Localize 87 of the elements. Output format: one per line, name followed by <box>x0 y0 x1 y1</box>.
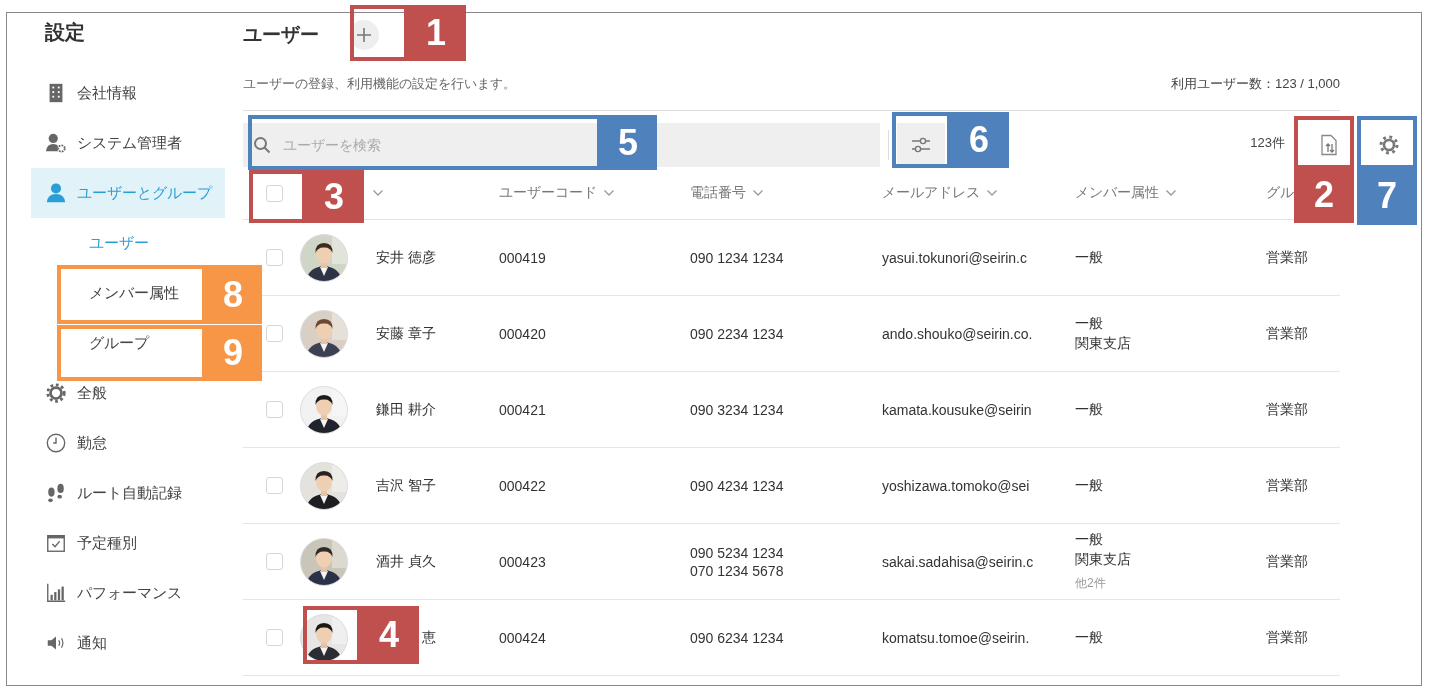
member-attribute: 一般 <box>1075 248 1103 267</box>
callout-number: 3 <box>304 170 364 223</box>
user-code: 000419 <box>499 249 546 266</box>
sidebar-item[interactable]: 会社情報 <box>77 84 137 102</box>
column-header[interactable]: メンバー属性 <box>1075 184 1159 202</box>
sidebar-item[interactable]: 全般 <box>77 384 107 402</box>
calendar-check-icon <box>45 532 67 554</box>
email-address: komatsu.tomoe@seirin. <box>882 629 1030 646</box>
email-address: sakai.sadahisa@seirin.c <box>882 553 1034 570</box>
email-address: kamata.kousuke@seirin <box>882 401 1032 418</box>
member-attribute: 関東支店 <box>1075 551 1131 569</box>
group-name: 営業部 <box>1266 248 1308 267</box>
group-name: 営業部 <box>1266 400 1308 419</box>
column-header[interactable]: メールアドレス <box>882 184 980 202</box>
user-name: 安藤 章子 <box>376 324 436 343</box>
settings-icon <box>1378 134 1400 156</box>
result-count: 123件 <box>1250 134 1285 152</box>
gear-icon <box>45 382 67 404</box>
callout-number: 6 <box>949 112 1009 168</box>
sidebar-item[interactable]: ルート自動記録 <box>77 484 182 502</box>
sidebar-item[interactable]: システム管理者 <box>77 134 182 152</box>
checkbox[interactable] <box>266 249 283 266</box>
group-name: 営業部 <box>1266 324 1308 343</box>
user-name: 吉沢 智子 <box>376 476 436 495</box>
callout-number: 8 <box>204 265 262 324</box>
group-name: 営業部 <box>1266 552 1308 571</box>
user-code: 000424 <box>499 629 546 646</box>
callout-number: 1 <box>406 5 466 61</box>
member-attribute: 関東支店 <box>1075 334 1131 353</box>
user-name: 恵 <box>422 628 436 647</box>
clock-icon <box>45 432 67 454</box>
search-icon <box>253 136 271 154</box>
file-arrows-icon <box>1318 134 1340 156</box>
checkbox[interactable] <box>266 401 283 418</box>
checkbox[interactable] <box>266 553 283 570</box>
user-gear-icon <box>45 132 67 154</box>
sidebar-item[interactable]: 通知 <box>77 634 107 652</box>
user-name: 安井 徳彦 <box>376 248 436 267</box>
sidebar-item[interactable]: パフォーマンス <box>77 584 182 602</box>
checkbox[interactable] <box>266 477 283 494</box>
user-usage-count: 利用ユーザー数：123 / 1,000 <box>1170 74 1340 93</box>
checkbox[interactable] <box>266 184 283 202</box>
sidebar-subitem[interactable]: メンバー属性 <box>89 284 179 302</box>
sidebar-item[interactable]: 予定種別 <box>77 534 137 552</box>
column-header[interactable]: ユーザーコード <box>499 184 597 202</box>
sidebar-item[interactable]: 勤怠 <box>77 434 107 452</box>
column-header[interactable]: 電話番号 <box>690 184 746 202</box>
phone-number: 090 4234 1234 <box>690 477 784 494</box>
callout-number: 4 <box>359 606 419 664</box>
phone-number: 090 5234 1234 <box>690 544 784 561</box>
user-name: 酒井 貞久 <box>376 552 436 571</box>
page-description: ユーザーの登録、利用機能の設定を行います。 <box>243 74 516 93</box>
checkbox[interactable] <box>266 325 283 342</box>
member-attribute: 一般 <box>1075 628 1103 647</box>
sidebar-title: 設定 <box>45 20 85 45</box>
bar-chart-icon <box>45 582 67 604</box>
footprints-icon <box>45 482 67 504</box>
member-attribute: 一般 <box>1075 531 1104 549</box>
user-code: 000420 <box>499 325 546 342</box>
group-name: 営業部 <box>1266 476 1308 495</box>
callout-number: 2 <box>1294 167 1354 223</box>
member-attribute: 一般 <box>1075 476 1103 495</box>
column-header[interactable]: グル <box>1266 184 1294 202</box>
phone-number: 090 3234 1234 <box>690 401 784 418</box>
member-attribute: 一般 <box>1075 400 1103 419</box>
phone-number: 090 1234 1234 <box>690 249 784 266</box>
user-name: 鎌田 耕介 <box>376 400 436 419</box>
page-title: ユーザー <box>243 23 319 47</box>
filter-button[interactable] <box>897 123 945 167</box>
checkbox[interactable] <box>266 629 283 646</box>
email-address: yasui.tokunori@seirin.c <box>882 249 1027 266</box>
group-name: 営業部 <box>1266 628 1308 647</box>
user-code: 000422 <box>499 477 546 494</box>
callout-number: 7 <box>1357 167 1417 225</box>
phone-number: 070 1234 5678 <box>690 562 784 579</box>
member-attribute: 一般 <box>1075 314 1104 333</box>
email-address: ando.shouko@seirin.co. <box>882 325 1033 342</box>
email-address: yoshizawa.tomoko@sei <box>882 477 1030 494</box>
phone-number: 090 2234 1234 <box>690 325 784 342</box>
user-icon <box>45 182 67 204</box>
callout-number: 9 <box>204 325 262 381</box>
user-code: 000421 <box>499 401 546 418</box>
user-code: 000423 <box>499 553 546 570</box>
sidebar-subitem[interactable]: グループ <box>89 334 149 352</box>
add-icon <box>356 27 372 43</box>
callout-number: 5 <box>599 115 657 170</box>
phone-number: 090 6234 1234 <box>690 629 784 646</box>
